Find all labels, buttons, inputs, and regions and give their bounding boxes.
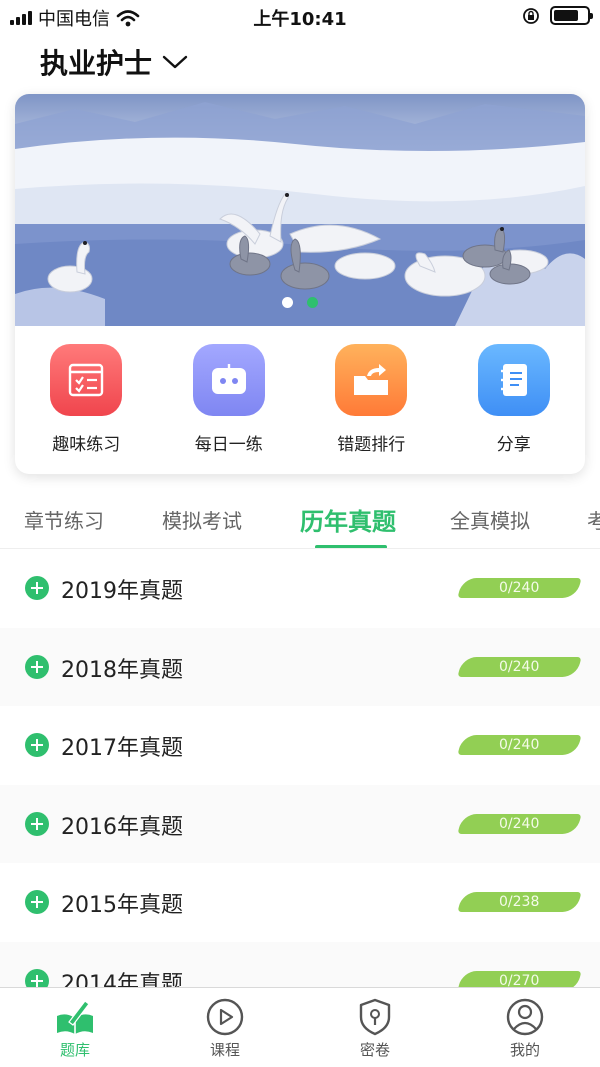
tab-full-simulation[interactable]: 全真模拟 bbox=[450, 505, 530, 534]
nav-item-question-bank[interactable]: 题库 bbox=[0, 988, 150, 1067]
folder-share-icon bbox=[335, 344, 408, 416]
progress-badge: 0/240 bbox=[457, 813, 582, 834]
banner-image bbox=[15, 102, 585, 326]
quick-action-wrong-ranking[interactable]: 错题排行 bbox=[300, 344, 443, 455]
tab-mock-exam[interactable]: 模拟考试 bbox=[162, 505, 242, 534]
status-time: 上午10:41 bbox=[253, 9, 347, 30]
exam-list: 2019年真题 0/240 2018年真题 0/240 2017年真题 0/24… bbox=[0, 549, 600, 987]
progress-badge: 0/240 bbox=[457, 578, 582, 598]
plus-circle-icon[interactable] bbox=[25, 811, 49, 836]
quick-action-daily-practice[interactable]: 每日一练 bbox=[158, 344, 301, 455]
book-pen-icon bbox=[55, 997, 95, 1037]
shield-lock-icon bbox=[355, 997, 395, 1037]
progress-badge: 0/238 bbox=[457, 892, 582, 912]
carousel-dot-active[interactable] bbox=[307, 297, 318, 308]
bottom-nav: 题库 课程 密卷 我的 bbox=[0, 987, 600, 1067]
list-item-title: 2019年真题 bbox=[61, 579, 183, 604]
list-item-title: 2016年真题 bbox=[61, 814, 183, 840]
progress-badge: 0/270 bbox=[457, 970, 582, 988]
quick-action-fun-practice[interactable]: 趣味练习 bbox=[15, 344, 158, 455]
tab-past-exams[interactable]: 历年真题 bbox=[300, 502, 396, 537]
category-tabs: 章节练习 模拟考试 历年真题 全真模拟 考 bbox=[0, 495, 600, 549]
practice-checklist-icon bbox=[50, 344, 123, 416]
list-item[interactable]: 2016年真题 0/240 bbox=[0, 784, 600, 863]
user-circle-icon bbox=[505, 997, 545, 1037]
quick-action-label: 每日一练 bbox=[194, 435, 263, 455]
status-bar: 中国电信 上午10:41 bbox=[0, 0, 600, 34]
nav-item-secret-papers[interactable]: 密卷 bbox=[300, 988, 450, 1067]
nav-label: 我的 bbox=[509, 1041, 540, 1059]
list-item[interactable]: 2018年真题 0/240 bbox=[0, 627, 600, 706]
plus-circle-icon[interactable] bbox=[25, 733, 49, 757]
robot-face-icon bbox=[192, 344, 265, 416]
page-title: 执业护士 bbox=[40, 47, 153, 80]
quick-action-label: 分享 bbox=[496, 435, 531, 455]
progress-badge: 0/240 bbox=[457, 735, 582, 755]
feature-card: 趣味练习 每日一练 错题排行 分享 bbox=[15, 94, 585, 474]
nav-label: 课程 bbox=[209, 1041, 240, 1059]
plus-circle-icon[interactable] bbox=[25, 890, 49, 914]
list-item[interactable]: 2017年真题 0/240 bbox=[0, 706, 600, 785]
subject-selector[interactable]: 执业护士 bbox=[40, 42, 188, 82]
play-circle-icon bbox=[205, 997, 245, 1037]
quick-actions: 趣味练习 每日一练 错题排行 分享 bbox=[15, 344, 585, 455]
carousel-indicator bbox=[15, 297, 585, 308]
notebook-icon bbox=[477, 344, 550, 416]
nav-label: 密卷 bbox=[359, 1041, 390, 1059]
quick-action-share[interactable]: 分享 bbox=[443, 344, 586, 455]
list-item-title: 2018年真题 bbox=[61, 657, 183, 683]
tab-more[interactable]: 考 bbox=[587, 505, 600, 534]
progress-text: 0/270 bbox=[499, 972, 540, 988]
nav-label: 题库 bbox=[59, 1041, 90, 1059]
progress-text: 0/240 bbox=[499, 580, 540, 596]
chevron-down-icon bbox=[162, 55, 188, 69]
progress-text: 0/240 bbox=[499, 815, 540, 832]
plus-circle-icon[interactable] bbox=[25, 654, 49, 679]
list-item-title: 2014年真题 bbox=[61, 971, 183, 988]
status-right bbox=[522, 6, 593, 25]
list-item-title: 2017年真题 bbox=[61, 736, 183, 761]
battery-icon bbox=[550, 6, 593, 25]
list-item-title: 2015年真题 bbox=[61, 893, 183, 918]
quick-action-label: 错题排行 bbox=[337, 435, 406, 455]
quick-action-label: 趣味练习 bbox=[52, 435, 121, 455]
progress-text: 0/238 bbox=[499, 894, 540, 910]
tab-chapter-practice[interactable]: 章节练习 bbox=[24, 505, 104, 534]
list-item[interactable]: 2014年真题 0/270 bbox=[0, 941, 600, 988]
list-item[interactable]: 2015年真题 0/238 bbox=[0, 863, 600, 942]
plus-circle-icon[interactable] bbox=[25, 968, 49, 987]
list-item[interactable]: 2019年真题 0/240 bbox=[0, 549, 600, 628]
nav-item-courses[interactable]: 课程 bbox=[150, 988, 300, 1067]
progress-text: 0/240 bbox=[499, 658, 540, 675]
banner-carousel[interactable] bbox=[15, 94, 585, 326]
progress-text: 0/240 bbox=[499, 737, 540, 753]
carousel-dot[interactable] bbox=[282, 297, 293, 308]
plus-circle-icon[interactable] bbox=[25, 576, 49, 600]
rotation-lock-icon bbox=[523, 7, 539, 24]
nav-item-profile[interactable]: 我的 bbox=[450, 988, 600, 1067]
progress-badge: 0/240 bbox=[457, 656, 582, 677]
